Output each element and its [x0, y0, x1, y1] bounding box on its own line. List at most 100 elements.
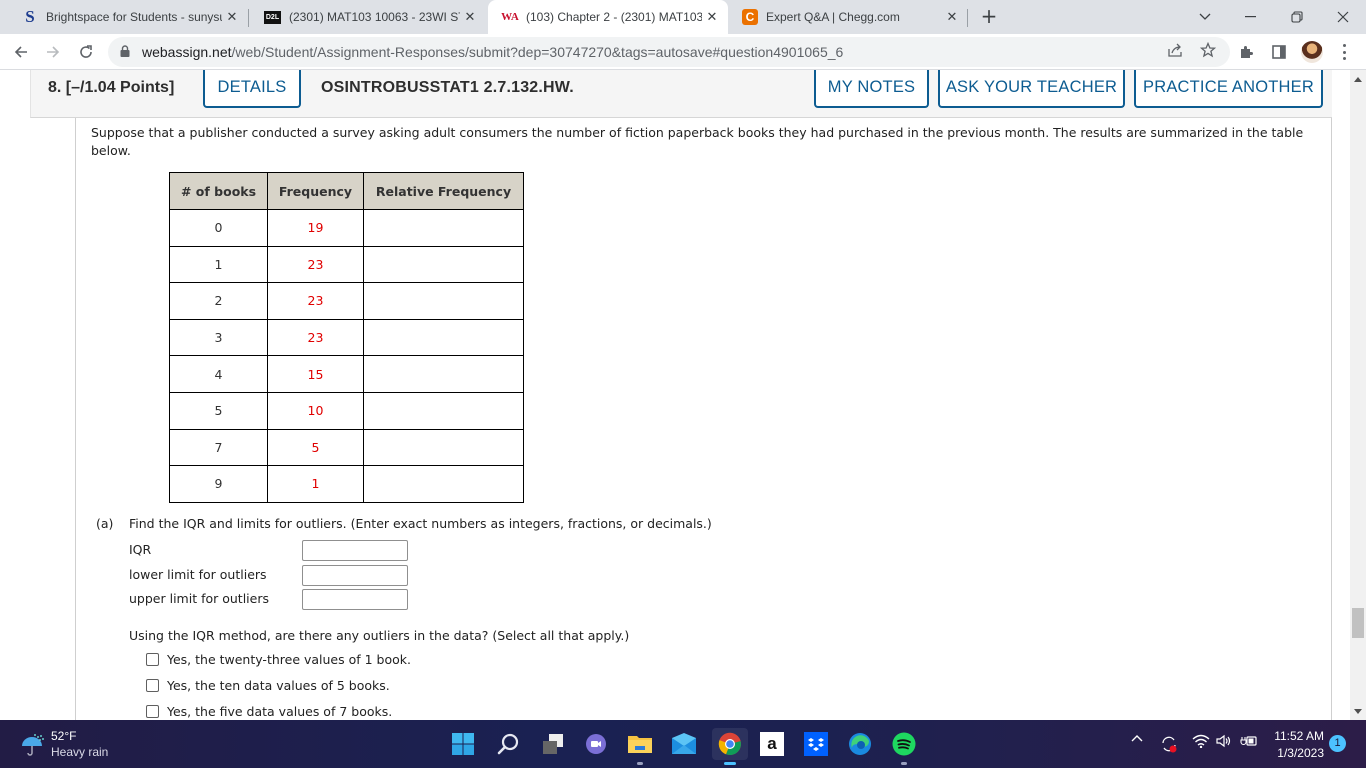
address-bar[interactable]: webassign.net/web/Student/Assignment-Res…	[108, 37, 1230, 67]
cell-relative-frequency	[363, 318, 524, 357]
edge-icon[interactable]	[844, 728, 876, 760]
tab-brightspace[interactable]: S Brightspace for Students - sunysu ✕	[8, 0, 248, 34]
page-viewport: 8. [–/1.04 Points] DETAILS OSINTROBUSSTA…	[0, 70, 1350, 720]
cell-relative-frequency	[363, 282, 524, 320]
checkbox[interactable]	[146, 705, 159, 718]
cell-books: 2	[169, 282, 268, 320]
cell-relative-frequency	[363, 391, 524, 430]
volume-icon[interactable]	[1215, 734, 1233, 748]
table-row: 4 15	[169, 355, 524, 393]
new-tab-button[interactable]: +	[978, 5, 1000, 29]
amazon-icon[interactable]: a	[756, 728, 788, 760]
file-explorer-icon[interactable]	[624, 728, 656, 765]
system-clock[interactable]: 11:52 AM 1/3/2023	[1268, 728, 1324, 762]
windows-taskbar: 52°F Heavy rain a 11:52 AM 1/3/2023 1	[0, 720, 1366, 768]
my-notes-button[interactable]: MY NOTES	[814, 70, 929, 108]
checkbox[interactable]	[146, 653, 159, 666]
forward-arrow-icon[interactable]	[40, 39, 66, 65]
cell-books: 9	[169, 465, 268, 503]
checkbox[interactable]	[146, 679, 159, 692]
chegg-favicon: C	[742, 9, 758, 25]
practice-another-button[interactable]: PRACTICE ANOTHER	[1134, 70, 1323, 108]
battery-charging-icon[interactable]	[1240, 734, 1258, 748]
close-tab-icon[interactable]: ✕	[942, 9, 962, 25]
url-host: webassign.net	[142, 44, 232, 60]
outlier-option-2[interactable]: Yes, the ten data values of 5 books.	[146, 678, 390, 693]
tab-title: (103) Chapter 2 - (2301) MAT103	[526, 10, 702, 24]
cell-frequency: 5	[267, 428, 364, 467]
bookmark-star-icon[interactable]	[1199, 41, 1217, 59]
spotify-icon[interactable]	[888, 728, 920, 765]
upper-limit-label: upper limit for outliers	[129, 591, 269, 606]
frequency-table: # of books Frequency Relative Frequency …	[169, 172, 524, 503]
wifi-icon[interactable]	[1192, 734, 1210, 748]
clock-time: 11:52 AM	[1274, 729, 1324, 743]
teams-chat-icon[interactable]	[580, 728, 612, 760]
clock-date: 1/3/2023	[1277, 746, 1324, 760]
tab-title: Expert Q&A | Chegg.com	[766, 10, 900, 24]
tab-separator	[967, 9, 968, 27]
scroll-down-arrow-icon[interactable]	[1354, 709, 1362, 714]
browser-toolbar: webassign.net/web/Student/Assignment-Res…	[0, 34, 1366, 70]
details-button[interactable]: DETAILS	[203, 70, 301, 108]
tab-webassign[interactable]: WA (103) Chapter 2 - (2301) MAT103 ✕	[488, 0, 728, 34]
cell-books: 1	[169, 245, 268, 284]
outlier-question: Using the IQR method, are there any outl…	[129, 628, 630, 643]
chrome-icon[interactable]	[712, 728, 748, 765]
start-windows-icon[interactable]	[447, 728, 479, 760]
close-tab-icon[interactable]: ✕	[702, 9, 722, 25]
mail-icon[interactable]	[668, 728, 700, 760]
cell-relative-frequency	[363, 465, 524, 503]
sync-alert-icon[interactable]	[1159, 734, 1179, 754]
tab-chegg[interactable]: C Expert Q&A | Chegg.com ✕	[728, 0, 968, 34]
column-header-frequency: Frequency	[267, 172, 364, 210]
column-header-relative-frequency: Relative Frequency	[363, 172, 524, 210]
minimize-icon[interactable]	[1228, 0, 1274, 34]
close-tab-icon[interactable]: ✕	[460, 9, 480, 25]
tab-d2l[interactable]: D2L (2301) MAT103 10063 - 23WI STA ✕	[250, 0, 486, 34]
search-icon[interactable]	[492, 728, 524, 760]
part-a-label: (a)	[96, 516, 114, 531]
cell-frequency: 23	[267, 282, 364, 320]
cell-books: 4	[169, 355, 268, 393]
profile-avatar[interactable]	[1301, 41, 1323, 63]
share-icon[interactable]	[1166, 41, 1184, 59]
vertical-scrollbar[interactable]	[1350, 70, 1366, 720]
side-panel-icon[interactable]	[1270, 43, 1288, 61]
weather-widget[interactable]: 52°F Heavy rain	[20, 728, 108, 760]
brightspace-favicon: S	[25, 7, 35, 26]
question-number-points: 8. [–/1.04 Points]	[48, 79, 175, 96]
close-tab-icon[interactable]: ✕	[222, 9, 242, 25]
part-a-instruction: Find the IQR and limits for outliers. (E…	[129, 516, 712, 531]
outlier-option-3[interactable]: Yes, the five data values of 7 books.	[146, 704, 392, 719]
cell-books: 3	[169, 318, 268, 357]
show-hidden-icons-chevron-icon[interactable]	[1130, 734, 1144, 742]
scrollbar-thumb[interactable]	[1352, 608, 1364, 638]
cell-books: 5	[169, 391, 268, 430]
back-arrow-icon[interactable]	[8, 39, 34, 65]
restore-icon[interactable]	[1274, 0, 1320, 34]
tab-search-icon[interactable]	[1182, 0, 1228, 34]
dropbox-icon[interactable]	[800, 728, 832, 760]
extensions-puzzle-icon[interactable]	[1238, 43, 1256, 61]
cell-relative-frequency	[363, 355, 524, 393]
iqr-input[interactable]	[302, 540, 408, 561]
table-header-row: # of books Frequency Relative Frequency	[169, 172, 524, 210]
lower-limit-input[interactable]	[302, 565, 408, 586]
scroll-up-arrow-icon[interactable]	[1354, 77, 1362, 82]
close-window-icon[interactable]	[1320, 0, 1366, 34]
iqr-label: IQR	[129, 542, 152, 557]
cell-frequency: 23	[267, 245, 364, 284]
cell-frequency: 10	[267, 391, 364, 430]
tab-separator	[248, 9, 249, 27]
upper-limit-input[interactable]	[302, 589, 408, 610]
outlier-option-1[interactable]: Yes, the twenty-three values of 1 book.	[146, 652, 411, 667]
rain-umbrella-icon	[20, 731, 46, 757]
table-row: 2 23	[169, 282, 524, 320]
url-text: webassign.net/web/Student/Assignment-Res…	[142, 44, 843, 60]
notification-badge[interactable]: 1	[1329, 735, 1346, 752]
task-view-icon[interactable]	[537, 728, 569, 760]
reload-icon[interactable]	[73, 39, 99, 65]
browser-menu-icon[interactable]	[1336, 42, 1352, 62]
ask-your-teacher-button[interactable]: ASK YOUR TEACHER	[938, 70, 1125, 108]
